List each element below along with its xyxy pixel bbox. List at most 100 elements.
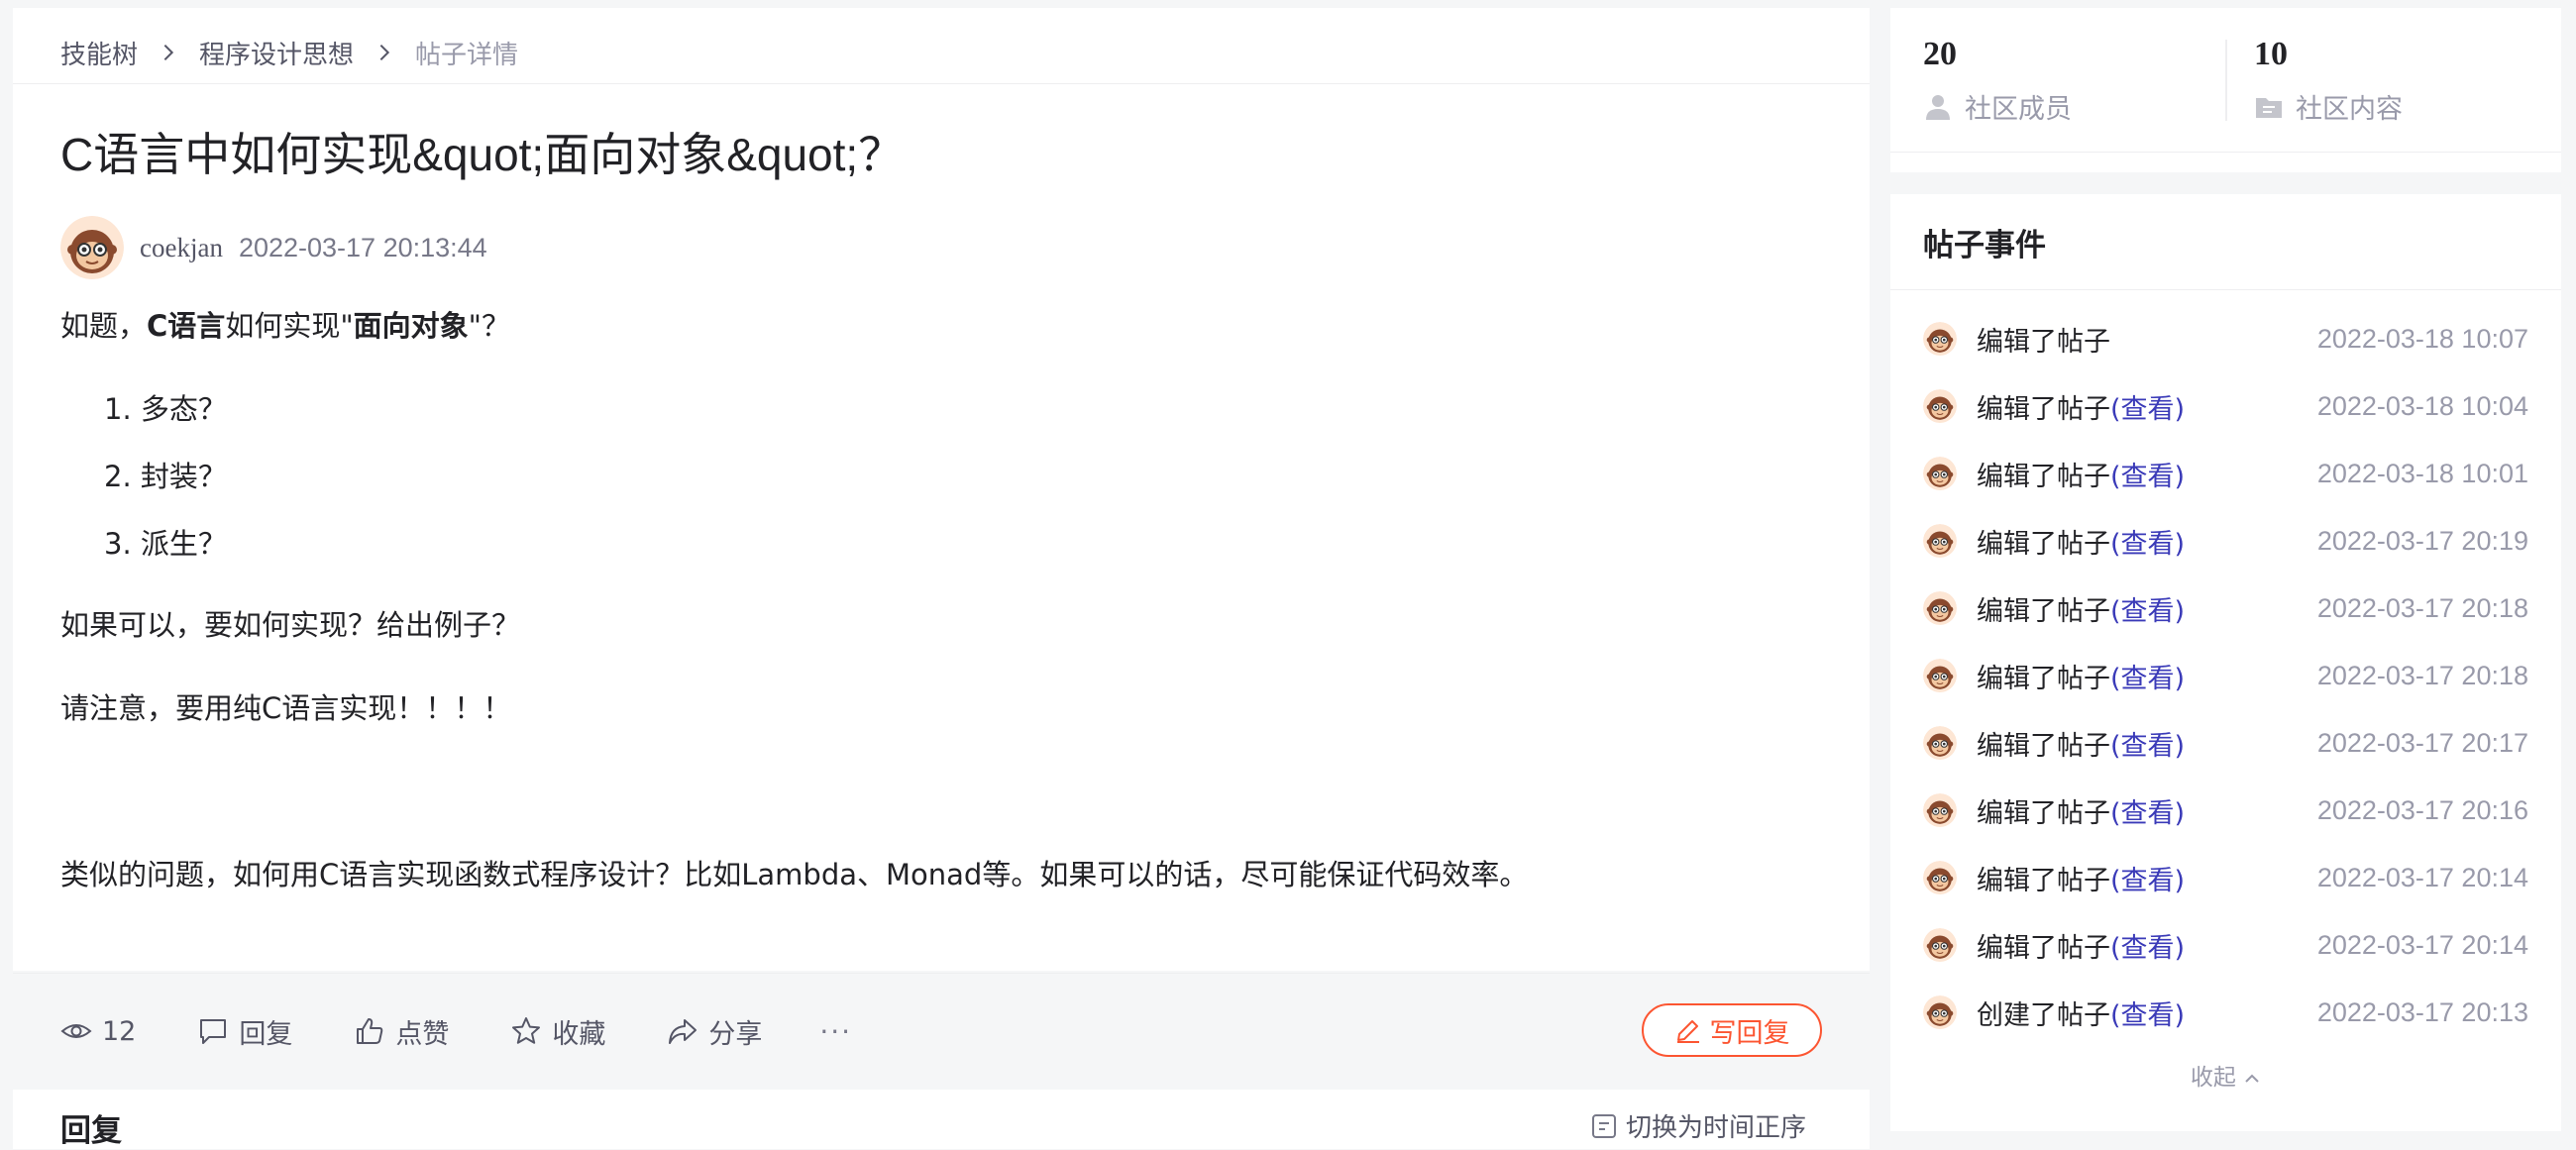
event-view-link[interactable]: (查看) [2110, 455, 2185, 493]
event-item: 编辑了帖子 (查看) 2022-03-17 20:16 [1923, 790, 2528, 830]
content-stat[interactable]: 10 社区内容 [2254, 36, 2403, 126]
share-button[interactable]: 分享 [667, 1012, 762, 1051]
event-time: 2022-03-17 20:14 [2316, 862, 2528, 892]
post-actions: 12 回复 点赞 收藏 分享 ··· [60, 1010, 852, 1052]
post-paragraph: 请注意，要用纯C语言实现！！！！ [60, 691, 512, 725]
comment-icon [200, 1019, 227, 1044]
divider [13, 83, 1870, 84]
members-stat[interactable]: 20 社区成员 [1923, 36, 2072, 126]
intro-bold-oop: 面向对象 [353, 309, 469, 343]
author-name[interactable]: coekjan [140, 233, 223, 263]
user-avatar[interactable] [1923, 322, 1957, 356]
reply-label: 回复 [239, 1018, 293, 1050]
user-avatar[interactable] [1923, 995, 1957, 1029]
event-text: 编辑了帖子 [1977, 393, 2110, 425]
intro-mid: 如何实现" [225, 309, 354, 343]
event-view-link[interactable]: (查看) [2110, 993, 2185, 1032]
user-avatar[interactable] [1923, 659, 1957, 692]
post-time: 2022-03-17 20:13:44 [238, 232, 487, 262]
reply-button[interactable]: 回复 [197, 1012, 292, 1051]
event-text: 编辑了帖子 [1977, 865, 2110, 896]
event-item: 编辑了帖子 (查看) 2022-03-17 20:17 [1923, 723, 2528, 763]
list-item: 1. 多态？ [104, 392, 227, 426]
breadcrumb-current: 帖子详情 [415, 40, 519, 70]
event-time: 2022-03-17 20:16 [2316, 794, 2528, 825]
write-reply-button[interactable]: 写回复 [1642, 1003, 1822, 1057]
chevron-right-icon [379, 44, 390, 61]
star-icon [512, 1017, 541, 1044]
divider [13, 973, 1870, 974]
breadcrumb-item-skill-tree[interactable]: 技能树 [60, 35, 138, 71]
content-label: 社区内容 [2296, 94, 2403, 125]
event-view-link[interactable]: (查看) [2110, 859, 2185, 897]
share-label: 分享 [708, 1018, 763, 1050]
user-avatar[interactable] [1923, 928, 1957, 962]
post-author: coekjan 2022-03-17 20:13:44 [60, 216, 487, 279]
breadcrumb-item-program-design[interactable]: 程序设计思想 [199, 35, 354, 71]
user-avatar[interactable] [1923, 793, 1957, 827]
event-view-link[interactable]: (查看) [2110, 724, 2185, 763]
user-avatar[interactable] [1923, 457, 1957, 490]
collapse-button[interactable]: 收起 [1890, 1058, 2561, 1092]
event-view-link[interactable]: (查看) [2110, 791, 2185, 830]
collapse-label: 收起 [2190, 1065, 2236, 1091]
views-value: 12 [102, 1015, 137, 1047]
event-time: 2022-03-17 20:19 [2316, 525, 2528, 556]
list-item: 2. 封装？ [104, 460, 227, 493]
favorite-button[interactable]: 收藏 [510, 1012, 605, 1051]
more-options-button[interactable]: ··· [819, 1015, 852, 1048]
event-item: 创建了帖子 (查看) 2022-03-17 20:13 [1923, 993, 2528, 1032]
content-count: 10 [2254, 36, 2288, 72]
divider [1890, 289, 2561, 290]
event-item: 编辑了帖子 2022-03-18 10:07 [1923, 319, 2528, 359]
event-item: 编辑了帖子 (查看) 2022-03-17 20:18 [1923, 656, 2528, 695]
user-avatar[interactable] [1923, 524, 1957, 558]
event-view-link[interactable]: (查看) [2110, 387, 2185, 426]
event-text: 编辑了帖子 [1977, 528, 2110, 560]
event-time: 2022-03-17 20:18 [2316, 660, 2528, 690]
user-avatar[interactable] [1923, 726, 1957, 760]
event-item: 编辑了帖子 (查看) 2022-03-17 20:18 [1923, 588, 2528, 628]
event-text: 编辑了帖子 [1977, 797, 2110, 829]
event-time: 2022-03-18 10:01 [2316, 458, 2528, 488]
chevron-right-icon [163, 44, 174, 61]
user-avatar[interactable] [1923, 591, 1957, 625]
post-card: 技能树 程序设计思想 帖子详情 C语言中如何实现&quot;面向对象&quot;… [13, 8, 1870, 1057]
thumb-up-icon [357, 1018, 383, 1044]
event-time: 2022-03-17 20:17 [2316, 727, 2528, 758]
list-item: 3. 派生？ [104, 527, 227, 561]
post-events-card: 帖子事件 编辑了帖子 2022-03-18 10:07 编辑了帖子 (查看) 2… [1890, 194, 2561, 1131]
intro-bold-c: C语言 [147, 309, 226, 343]
community-stats-card: 20 社区成员 10 社区内容 [1890, 8, 2561, 172]
event-text: 编辑了帖子 [1977, 932, 2110, 964]
like-button[interactable]: 点赞 [354, 1012, 449, 1051]
event-item: 编辑了帖子 (查看) 2022-03-18 10:04 [1923, 386, 2528, 426]
chevron-up-icon [2245, 1074, 2259, 1083]
event-text: 编辑了帖子 [1977, 730, 2110, 762]
user-avatar[interactable] [1923, 861, 1957, 894]
divider [1890, 152, 2561, 153]
eye-icon [60, 1024, 92, 1038]
event-time: 2022-03-17 20:13 [2316, 996, 2528, 1027]
event-item: 编辑了帖子 (查看) 2022-03-17 20:14 [1923, 925, 2528, 965]
event-item: 编辑了帖子 (查看) 2022-03-17 20:14 [1923, 858, 2528, 897]
sort-toggle-button[interactable]: 切换为时间正序 [1590, 1107, 1806, 1144]
author-avatar[interactable] [60, 216, 124, 279]
event-view-link[interactable]: (查看) [2110, 926, 2185, 965]
post-intro: 如题，C语言如何实现"面向对象"？ [60, 303, 510, 345]
breadcrumb: 技能树 程序设计思想 帖子详情 [60, 30, 518, 75]
members-count: 20 [1923, 36, 1957, 72]
event-item: 编辑了帖子 (查看) 2022-03-17 20:19 [1923, 521, 2528, 561]
event-view-link[interactable]: (查看) [2110, 657, 2185, 695]
event-time: 2022-03-18 10:07 [2316, 323, 2528, 354]
event-text: 创建了帖子 [1977, 999, 2110, 1031]
folder-icon [2256, 97, 2282, 118]
events-title: 帖子事件 [1923, 228, 2046, 263]
user-avatar[interactable] [1923, 389, 1957, 423]
like-label: 点赞 [395, 1018, 450, 1050]
event-text: 编辑了帖子 [1977, 326, 2110, 358]
intro-prefix: 如题， [60, 309, 148, 343]
post-paragraph: 类似的问题，如何用C语言实现函数式程序设计？比如Lambda、Monad等。如果… [60, 858, 1529, 891]
event-view-link[interactable]: (查看) [2110, 522, 2185, 561]
event-view-link[interactable]: (查看) [2110, 589, 2185, 628]
